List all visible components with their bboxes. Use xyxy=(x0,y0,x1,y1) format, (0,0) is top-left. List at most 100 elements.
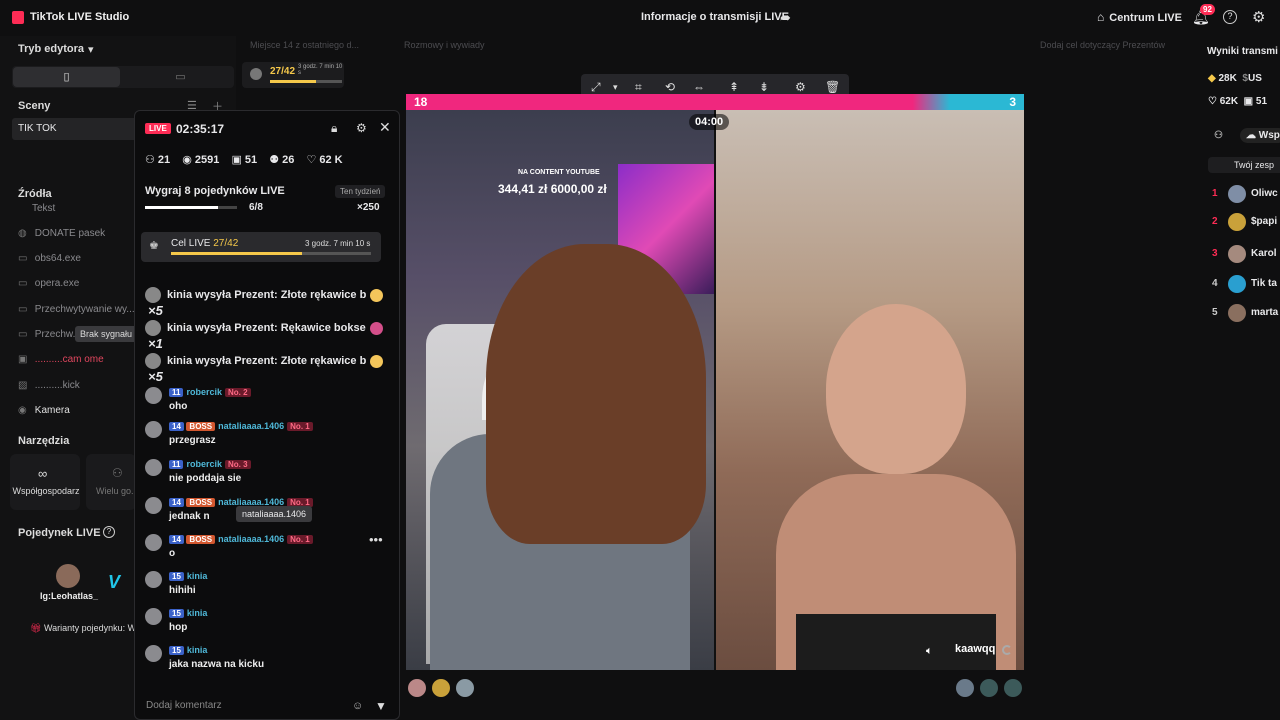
avatar[interactable] xyxy=(1004,679,1022,697)
avatar xyxy=(145,353,161,369)
avatar[interactable] xyxy=(408,679,426,697)
comment-text: jaka nazwa na kicku xyxy=(169,659,265,670)
source-item[interactable]: Tekst xyxy=(18,203,55,214)
live-preview[interactable]: 18 3 04:00 NA CONTENT YOUTUBE 344,41 zł … xyxy=(406,94,1024,670)
help-icon[interactable]: ? xyxy=(103,526,115,538)
editor-mode-label[interactable]: Tryb edytora xyxy=(18,43,84,55)
source-item[interactable]: ▭ opera.exe xyxy=(18,278,79,289)
live-goal-card[interactable]: ♚ Cel LIVE 27/42 3 godz. 7 min 10 s xyxy=(141,232,381,262)
duel-card[interactable]: Ig:Leohatlas_ V kaawqq xyxy=(12,548,179,628)
layer-up-icon[interactable]: ⇞ xyxy=(729,80,739,94)
comment-input[interactable]: Dodaj komentarz xyxy=(146,700,222,711)
trash-icon[interactable]: 🗑︎ xyxy=(825,80,840,94)
flip-icon[interactable]: ⇔ xyxy=(693,80,705,94)
source-item[interactable]: ▭ Przechw... xyxy=(18,329,81,340)
comment-user[interactable]: kinia xyxy=(187,608,208,618)
fit-icon[interactable]: ⤢ xyxy=(591,80,601,95)
level-badge: 11 xyxy=(169,388,184,397)
avatar[interactable] xyxy=(1228,213,1246,231)
avatar[interactable] xyxy=(1228,185,1246,203)
rank-user-name[interactable]: Karol xyxy=(1251,248,1277,259)
settings-icon[interactable]: ⚙ xyxy=(795,80,806,94)
viewers-stat: ⚇ 21 xyxy=(145,154,171,166)
live-center-button[interactable]: ⌂ Centrum LIVE xyxy=(1097,10,1182,24)
crop-icon[interactable]: ⌗ xyxy=(635,80,642,95)
rank-user-name[interactable]: marta xyxy=(1251,307,1278,318)
gear-icon[interactable]: ⚙ xyxy=(356,121,367,135)
source-item[interactable]: ▨ ..........kick xyxy=(18,380,80,391)
rank-info: Miejsce 14 z ostatniego d... xyxy=(250,40,360,50)
live-goal-time: 3 godz. 7 min 10 s xyxy=(305,239,371,248)
comment-text: oho xyxy=(169,401,188,412)
gear-icon[interactable]: ⚙ xyxy=(1252,8,1265,26)
avatar xyxy=(145,497,162,514)
help-icon[interactable]: ? xyxy=(1223,10,1237,24)
live-panel: LIVE 02:35:17 🔒︎ ⚙ ✕ ⚇ 21 ◉ 2591 ▣ 51 ⚉ … xyxy=(134,110,400,720)
avatar xyxy=(145,320,161,336)
duel-label: Pojedynek LIVE xyxy=(18,527,101,539)
rank-user-name[interactable]: Tik ta xyxy=(1251,278,1277,289)
speaker-icon[interactable]: 🔈︎ xyxy=(926,645,933,658)
gifts-value: 51 xyxy=(1255,96,1268,107)
level-badge: 14 xyxy=(169,498,184,507)
lock-icon[interactable]: 🔒︎ xyxy=(331,121,337,136)
gift-text: wysyła Prezent: Złote rękawice b xyxy=(195,354,367,367)
multi-guest-tool[interactable]: ⚇ Wielu go... xyxy=(86,454,139,510)
avatar xyxy=(145,571,162,588)
source-item[interactable]: ▣ ..........cam ome xyxy=(18,354,104,365)
source-label: opera.exe xyxy=(34,278,80,289)
source-item[interactable]: ▭ obs64.exe xyxy=(18,253,81,264)
sources-label: Źródła xyxy=(18,188,52,200)
gift-multiplier: ×5 xyxy=(148,303,163,318)
live-center-label: Centrum LIVE xyxy=(1109,12,1182,24)
source-item[interactable]: ▭ Przechwytywanie wy... xyxy=(18,304,135,315)
live-duration: 02:35:17 xyxy=(176,122,225,136)
comment-user[interactable]: nataliaaaa.1406 xyxy=(218,421,284,431)
source-label: ..........kick xyxy=(34,380,80,391)
avatar[interactable] xyxy=(1228,245,1246,263)
comment-user[interactable]: robercik xyxy=(186,459,222,469)
avatar[interactable] xyxy=(432,679,450,697)
avatar[interactable] xyxy=(956,679,974,697)
camera-icon: ▣ xyxy=(18,354,28,365)
chevron-down-icon[interactable]: ▾ xyxy=(88,43,94,56)
add-gift-goal[interactable]: Dodaj cel dotyczący Prezentów xyxy=(1040,40,1165,50)
opponent-face xyxy=(826,304,966,474)
avatar[interactable] xyxy=(980,679,998,697)
level-badge: 15 xyxy=(169,646,184,655)
chevron-down-icon[interactable]: ▾ xyxy=(613,82,618,93)
comment-user[interactable]: robercik xyxy=(186,387,222,397)
tab-supporters[interactable]: ☁ Wsp xyxy=(1240,128,1280,143)
layer-down-icon[interactable]: ⇟ xyxy=(759,80,769,94)
source-label: Przechw... xyxy=(34,329,81,340)
comment-user[interactable]: kinia xyxy=(187,645,208,655)
filter-icon[interactable]: ▼ xyxy=(375,699,387,713)
heart-icon: ♡ xyxy=(1208,96,1217,107)
comment-user[interactable]: kinia xyxy=(187,571,208,581)
duel-user-name: Ig:Leohatlas_ xyxy=(40,591,99,601)
rank-user-name[interactable]: Oliwc xyxy=(1251,188,1278,199)
portrait-mode-button[interactable]: ▯ xyxy=(13,67,120,87)
user-icon[interactable]: ⚇ xyxy=(1214,130,1223,141)
avatar[interactable] xyxy=(1228,275,1246,293)
home-icon: ⌂ xyxy=(1097,10,1105,24)
rotate-icon[interactable]: ⟲ xyxy=(665,80,675,94)
mini-goal-card[interactable]: 27/42 3 godz. 7 min 10 s xyxy=(242,62,344,88)
source-item[interactable]: ◍ DONATE pasek xyxy=(18,228,105,239)
gift-user: kinia xyxy=(167,354,193,367)
cohost-tool[interactable]: ∞ Współgospodarz xyxy=(10,454,80,510)
close-icon[interactable]: ✕ xyxy=(379,119,391,136)
comment-text: jednak n xyxy=(169,511,210,522)
rank-user-name[interactable]: $papi xyxy=(1251,216,1277,227)
comment-user[interactable]: nataliaaaa.1406 xyxy=(218,534,284,544)
avatar[interactable] xyxy=(1228,304,1246,322)
emoji-icon[interactable]: ☺ xyxy=(352,700,363,712)
gift-row: kinia wysyła Prezent: Złote rękawice b ×5 xyxy=(145,353,399,384)
source-item-camera[interactable]: ◉ Kamera xyxy=(18,405,70,416)
avatar[interactable] xyxy=(456,679,474,697)
broadcast-info-title[interactable]: Informacje o transmisji LIVE xyxy=(641,11,789,23)
team-tab[interactable]: Twój zesp xyxy=(1208,157,1280,173)
landscape-mode-button[interactable]: ▭ xyxy=(128,67,233,87)
share-icon[interactable]: ➦ xyxy=(780,10,791,26)
more-options-icon[interactable]: ••• xyxy=(369,532,383,547)
